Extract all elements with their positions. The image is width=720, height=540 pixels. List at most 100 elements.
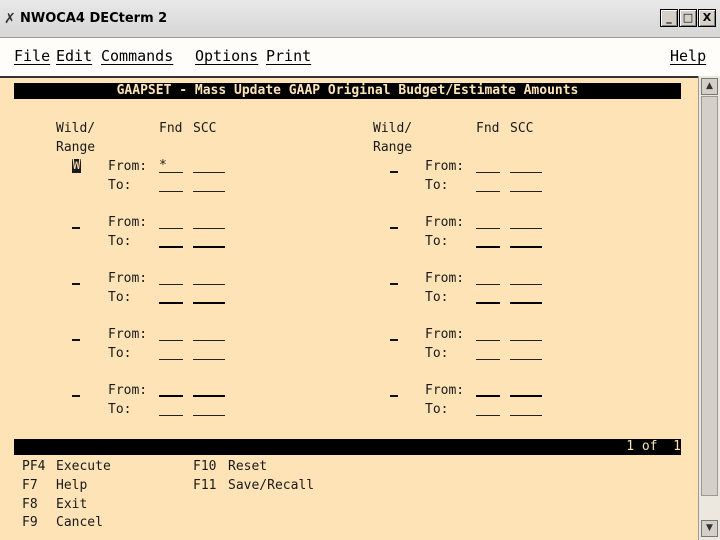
key-f9-action[interactable]: Cancel <box>56 515 103 530</box>
menu-bar: File Edit Commands Options Print Help <box>0 38 720 76</box>
right-range-heading: Range <box>373 140 413 155</box>
to-scc-field[interactable] <box>510 402 542 416</box>
from-scc-field[interactable] <box>193 327 225 341</box>
from-fnd-field[interactable] <box>159 383 183 397</box>
to-fnd-field[interactable] <box>476 178 500 192</box>
from-scc-field[interactable] <box>193 271 225 285</box>
page-indicator: 1 of 1 <box>626 439 681 454</box>
wild-range-field-left-3[interactable] <box>72 271 80 285</box>
to-fnd-field[interactable] <box>159 402 183 416</box>
to-label: To: <box>108 346 132 361</box>
to-fnd-field[interactable] <box>159 290 183 304</box>
menu-edit[interactable]: Edit <box>56 47 92 65</box>
menu-commands[interactable]: Commands <box>101 47 173 65</box>
to-label: To: <box>108 234 132 249</box>
to-label: To: <box>108 178 132 193</box>
from-scc-field[interactable] <box>510 327 542 341</box>
minimize-button[interactable]: _ <box>660 9 678 27</box>
from-scc-field[interactable] <box>510 215 542 229</box>
screen-header: GAAPSET - Mass Update GAAP Original Budg… <box>14 83 681 99</box>
from-label: From: <box>108 327 148 342</box>
key-f8: F8 <box>22 497 38 512</box>
to-fnd-field[interactable] <box>476 402 500 416</box>
menu-print[interactable]: Print <box>266 47 311 65</box>
wild-range-field-right-4[interactable] <box>390 327 398 341</box>
to-fnd-field[interactable] <box>159 234 183 248</box>
to-scc-field[interactable] <box>510 346 542 360</box>
window-title: NWOCA4 DECterm 2 <box>20 11 168 26</box>
from-scc-field[interactable] <box>193 383 225 397</box>
from-scc-field[interactable] <box>193 159 225 173</box>
key-f10: F10 <box>193 459 217 474</box>
to-scc-field[interactable] <box>510 234 542 248</box>
vertical-scrollbar[interactable]: ▲ ▼ <box>698 76 720 540</box>
from-scc-field[interactable] <box>510 383 542 397</box>
key-pf4: PF4 <box>22 459 46 474</box>
wild-range-field-left-4[interactable] <box>72 327 80 341</box>
wild-range-field-right-3[interactable] <box>390 271 398 285</box>
from-scc-field[interactable] <box>510 271 542 285</box>
from-fnd-field[interactable] <box>476 159 500 173</box>
maximize-button[interactable]: □ <box>679 9 697 27</box>
from-fnd-field[interactable] <box>476 383 500 397</box>
to-scc-field[interactable] <box>510 178 542 192</box>
wild-range-field-left-1[interactable]: W <box>72 159 81 173</box>
from-scc-field[interactable] <box>510 159 542 173</box>
to-label: To: <box>108 290 132 305</box>
from-fnd-field[interactable]: * <box>159 159 183 173</box>
menu-file[interactable]: File <box>14 47 50 65</box>
from-fnd-field[interactable] <box>476 271 500 285</box>
from-fnd-field[interactable] <box>159 215 183 229</box>
key-f7-action[interactable]: Help <box>56 478 87 493</box>
key-f11: F11 <box>193 478 217 493</box>
from-label: From: <box>108 271 148 286</box>
from-label: From: <box>425 215 465 230</box>
to-fnd-field[interactable] <box>476 346 500 360</box>
to-fnd-field[interactable] <box>159 178 183 192</box>
scroll-down-icon[interactable]: ▼ <box>701 520 718 537</box>
wild-range-field-left-5[interactable] <box>72 383 80 397</box>
wild-range-field-left-2[interactable] <box>72 215 80 229</box>
to-scc-field[interactable] <box>193 402 225 416</box>
to-label: To: <box>425 234 449 249</box>
from-fnd-field[interactable] <box>159 327 183 341</box>
to-fnd-field[interactable] <box>476 234 500 248</box>
menu-help[interactable]: Help <box>670 47 706 65</box>
to-scc-field[interactable] <box>193 234 225 248</box>
right-fnd-heading: Fnd <box>476 121 500 136</box>
key-f7: F7 <box>22 478 38 493</box>
to-scc-field[interactable] <box>510 290 542 304</box>
key-f10-action[interactable]: Reset <box>228 459 267 474</box>
to-fnd-field[interactable] <box>476 290 500 304</box>
left-wild-heading: Wild/ <box>56 121 96 136</box>
from-fnd-field[interactable] <box>476 327 500 341</box>
to-scc-field[interactable] <box>193 178 225 192</box>
scroll-up-icon[interactable]: ▲ <box>701 78 718 95</box>
from-fnd-field[interactable] <box>476 215 500 229</box>
key-f11-action[interactable]: Save/Recall <box>228 478 314 493</box>
to-label: To: <box>425 402 449 417</box>
wild-range-field-right-5[interactable] <box>390 383 398 397</box>
key-pf4-action[interactable]: Execute <box>56 459 111 474</box>
to-label: To: <box>425 346 449 361</box>
from-fnd-field[interactable] <box>159 271 183 285</box>
from-label: From: <box>425 383 465 398</box>
from-scc-field[interactable] <box>193 215 225 229</box>
from-label: From: <box>425 327 465 342</box>
decterm-x-icon: ✗ <box>4 11 16 27</box>
right-scc-heading: SCC <box>510 121 534 136</box>
from-label: From: <box>108 383 148 398</box>
wild-range-field-right-2[interactable] <box>390 215 398 229</box>
to-fnd-field[interactable] <box>159 346 183 360</box>
scroll-thumb[interactable] <box>701 96 718 496</box>
wild-range-field-right-1[interactable] <box>390 159 398 173</box>
to-scc-field[interactable] <box>193 346 225 360</box>
from-label: From: <box>425 271 465 286</box>
to-scc-field[interactable] <box>193 290 225 304</box>
to-label: To: <box>108 402 132 417</box>
from-label: From: <box>425 159 465 174</box>
close-button[interactable]: X <box>698 9 716 27</box>
menu-options[interactable]: Options <box>195 47 258 65</box>
left-range-heading: Range <box>56 140 96 155</box>
key-f8-action[interactable]: Exit <box>56 497 87 512</box>
